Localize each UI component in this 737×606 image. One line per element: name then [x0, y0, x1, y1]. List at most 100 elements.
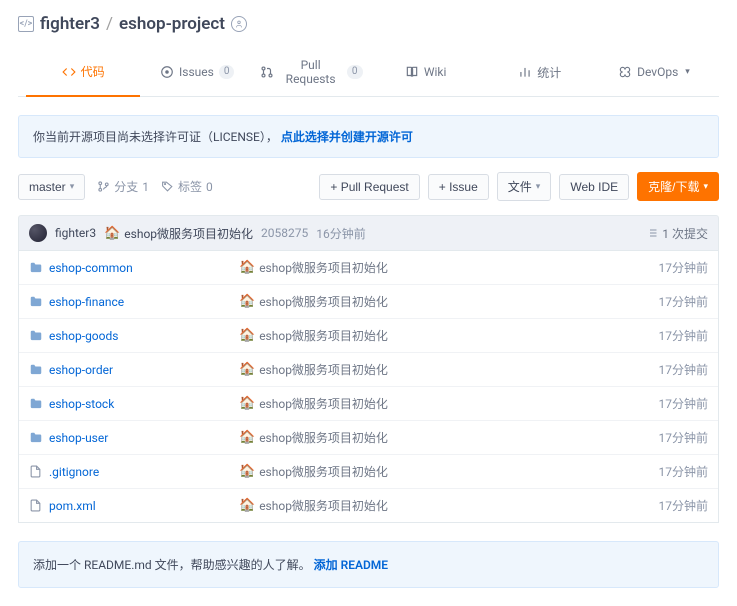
house-icon: 🏠: [239, 498, 255, 513]
file-link[interactable]: .gitignore: [49, 465, 99, 479]
file-commit-message-link[interactable]: 🏠eshop微服务项目初始化: [239, 327, 659, 344]
tab-code[interactable]: 代码: [26, 48, 140, 97]
wiki-icon: [405, 65, 419, 79]
file-name-cell: eshop-user: [29, 431, 239, 445]
file-row: eshop-order 🏠eshop微服务项目初始化17分钟前: [19, 353, 718, 387]
tab-issues[interactable]: Issues 0: [140, 48, 254, 96]
house-icon: 🏠: [239, 430, 255, 445]
folder-icon: [29, 329, 43, 343]
tab-devops[interactable]: DevOps ▾: [597, 48, 711, 96]
chevron-down-icon: ▾: [70, 181, 75, 192]
file-row: .gitignore 🏠eshop微服务项目初始化17分钟前: [19, 455, 718, 489]
branch-label: master: [29, 180, 66, 194]
file-commit-message-link[interactable]: 🏠eshop微服务项目初始化: [239, 259, 659, 276]
separator: /: [106, 14, 113, 34]
file-row: eshop-finance 🏠eshop微服务项目初始化17分钟前: [19, 285, 718, 319]
chevron-down-icon: ▾: [703, 181, 708, 192]
folder-link[interactable]: eshop-stock: [49, 397, 114, 411]
issues-icon: [160, 65, 174, 79]
code-icon: </>: [18, 16, 34, 32]
commit-message-link[interactable]: 🏠 eshop微服务项目初始化: [104, 225, 253, 242]
toolbar: master ▾ 分支 1 标签 0 + Pull Request + Issu…: [0, 158, 737, 215]
folder-icon: [29, 261, 43, 275]
new-pr-button[interactable]: + Pull Request: [319, 174, 419, 200]
branches-link[interactable]: 分支 1: [93, 178, 153, 195]
file-row: eshop-stock🏠eshop微服务项目初始化17分钟前: [19, 387, 718, 421]
license-notice: 你当前开源项目尚未选择许可证（LICENSE）， 点此选择并创建开源许可: [18, 115, 719, 158]
repo-owner-link[interactable]: fighter3: [40, 14, 100, 34]
file-name-cell: eshop-goods: [29, 329, 239, 343]
chevron-down-icon: ▾: [536, 181, 541, 192]
tags-count: 0: [206, 180, 213, 194]
notice-text: 你当前开源项目尚未选择许可证（LICENSE），: [33, 130, 278, 144]
file-time: 17分钟前: [659, 327, 709, 344]
commit-time: 16分钟前: [316, 225, 366, 242]
commits-count-link[interactable]: 1 次提交: [646, 225, 708, 242]
file-commit-message-link[interactable]: 🏠eshop微服务项目初始化: [239, 463, 659, 480]
commit-message: eshop微服务项目初始化: [124, 225, 253, 242]
commit-sha[interactable]: 2058275: [261, 226, 308, 240]
file-name-cell: eshop-stock: [29, 397, 239, 411]
folder-link[interactable]: eshop-finance: [49, 295, 124, 309]
file-name-cell: eshop-common: [29, 261, 239, 275]
folder-icon: [29, 295, 43, 309]
stats-icon: [518, 65, 532, 79]
house-icon: 🏠: [239, 328, 255, 343]
house-icon: 🏠: [239, 464, 255, 479]
commit-author[interactable]: fighter3: [55, 226, 96, 240]
tab-label: Issues: [179, 65, 214, 79]
file-time: 17分钟前: [659, 463, 709, 480]
file-name-cell: eshop-finance: [29, 295, 239, 309]
file-commit-message-link[interactable]: 🏠eshop微服务项目初始化: [239, 395, 659, 412]
folder-link[interactable]: eshop-order: [49, 363, 113, 377]
branch-select[interactable]: master ▾: [18, 174, 85, 200]
file-commit-message-link[interactable]: 🏠eshop微服务项目初始化: [239, 361, 659, 378]
file-row: eshop-common 🏠eshop微服务项目初始化17分钟前: [19, 251, 718, 285]
folder-link[interactable]: eshop-goods: [49, 329, 118, 343]
issues-count: 0: [219, 65, 235, 79]
tab-label: 代码: [81, 63, 105, 80]
file-commit-message: eshop微服务项目初始化: [259, 429, 388, 446]
file-row: eshop-goods 🏠eshop微服务项目初始化17分钟前: [19, 319, 718, 353]
tab-label: DevOps: [637, 65, 678, 79]
tags-label: 标签: [178, 178, 202, 195]
avatar[interactable]: [29, 224, 47, 242]
file-commit-message: eshop微服务项目初始化: [259, 497, 388, 514]
file-row: pom.xml🏠eshop微服务项目初始化17分钟前: [19, 489, 718, 522]
file-commit-message-link[interactable]: 🏠 eshop微服务项目初始化: [239, 497, 659, 514]
branches-count: 1: [142, 180, 149, 194]
file-time: 17分钟前: [659, 293, 709, 310]
file-link[interactable]: pom.xml: [49, 499, 96, 513]
file-commit-message-link[interactable]: 🏠 eshop微服务项目初始化: [239, 429, 659, 446]
folder-link[interactable]: eshop-common: [49, 261, 133, 275]
file-name-cell: .gitignore: [29, 465, 239, 479]
file-name-cell: eshop-order: [29, 363, 239, 377]
pr-icon: [260, 65, 274, 79]
web-ide-button[interactable]: Web IDE: [559, 174, 629, 200]
repo-name-link[interactable]: eshop-project: [119, 14, 225, 34]
add-readme-link[interactable]: 添加 README: [314, 558, 388, 572]
file-time: 17分钟前: [659, 361, 709, 378]
tab-stats[interactable]: 统计: [483, 48, 597, 96]
file-commit-message-link[interactable]: 🏠eshop微服务项目初始化: [239, 293, 659, 310]
house-icon: 🏠: [239, 396, 255, 411]
clone-download-button[interactable]: 克隆/下载 ▾: [637, 172, 719, 201]
license-create-link[interactable]: 点此选择并创建开源许可: [281, 130, 413, 144]
file-row: eshop-user🏠eshop微服务项目初始化17分钟前: [19, 421, 718, 455]
folder-icon: [29, 397, 43, 411]
tab-pull-requests[interactable]: Pull Requests 0: [254, 48, 368, 96]
file-icon: [29, 465, 43, 478]
latest-commit-bar: fighter3 🏠 eshop微服务项目初始化 2058275 16分钟前 1…: [18, 215, 719, 251]
tab-wiki[interactable]: Wiki: [369, 48, 483, 96]
folder-link[interactable]: eshop-user: [49, 431, 108, 445]
pr-count: 0: [347, 65, 363, 79]
new-issue-button[interactable]: + Issue: [428, 174, 489, 200]
code-icon: [62, 65, 76, 79]
nav-tabs: 代码 Issues 0 Pull Requests 0 Wiki 统计: [18, 48, 719, 97]
tags-link[interactable]: 标签 0: [157, 178, 217, 195]
file-time: 17分钟前: [659, 259, 709, 276]
file-icon: [29, 499, 43, 512]
file-commit-message: eshop微服务项目初始化: [259, 293, 388, 310]
house-icon: 🏠: [104, 226, 120, 241]
files-button[interactable]: 文件 ▾: [497, 172, 552, 201]
